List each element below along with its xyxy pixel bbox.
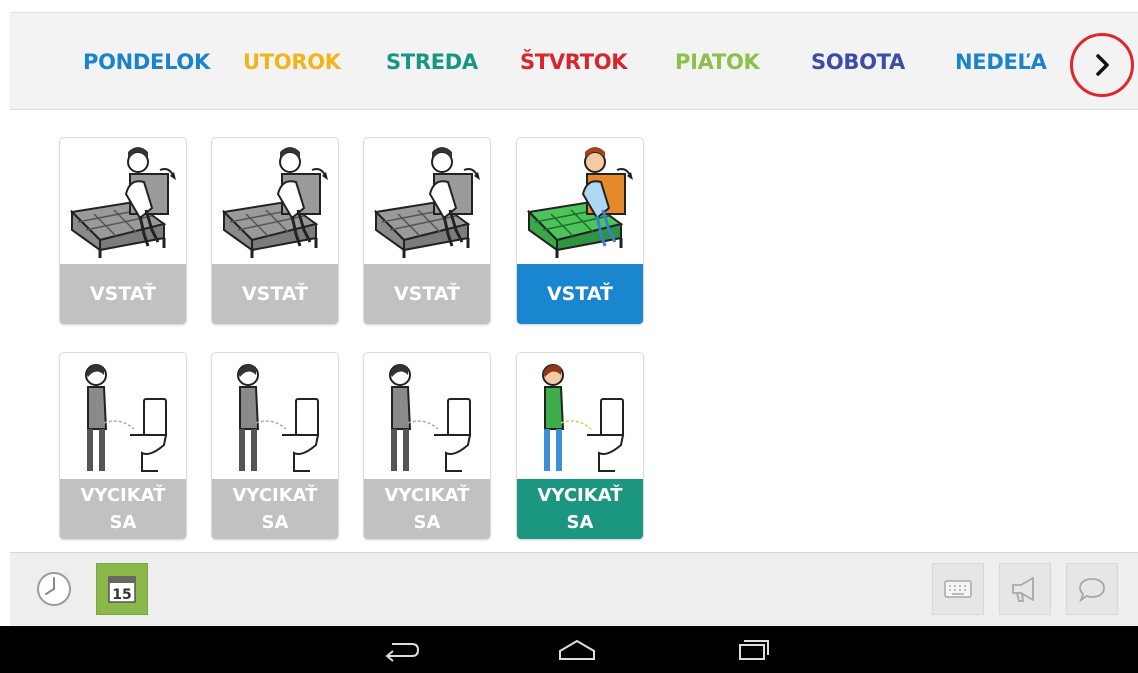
keyboard-icon (944, 580, 972, 598)
next-day-button[interactable] (1070, 33, 1134, 97)
home-button[interactable] (554, 635, 600, 665)
card-label-line2: SA (566, 512, 594, 533)
megaphone-icon (1012, 577, 1034, 602)
card-label-line2: SA (413, 512, 441, 533)
chevron-right-icon (1096, 54, 1109, 76)
tab-sobota[interactable]: SOBOTA (811, 50, 905, 74)
tab-piatok[interactable]: PIATOK (675, 50, 760, 74)
get-up-from-bed-icon (526, 147, 633, 258)
activity-card-urinate[interactable]: VYCIKAŤ SA (211, 352, 339, 540)
activity-card-get-up[interactable]: VSTAŤ (59, 137, 187, 325)
urinate-toilet-icon (237, 364, 320, 472)
tab-nedela[interactable]: NEDEĽA (955, 50, 1047, 74)
urinate-toilet-icon (542, 364, 625, 472)
card-label: VYCIKAŤ SA (364, 479, 490, 539)
clock-button[interactable] (28, 563, 80, 615)
card-label: VYCIKAŤ SA (517, 479, 643, 539)
card-label: VSTAŤ (517, 264, 643, 324)
calendar-button[interactable]: 15 (96, 563, 148, 615)
urinate-toilet-icon (389, 364, 472, 472)
speak-button[interactable] (999, 563, 1051, 615)
card-label-line1: VYCIKAŤ (232, 485, 318, 506)
back-button[interactable] (378, 635, 424, 665)
card-label: VYCIKAŤ SA (212, 479, 338, 539)
tab-utorok[interactable]: UTOROK (243, 50, 341, 74)
get-up-from-bed-icon (69, 147, 176, 258)
activity-card-get-up[interactable]: VSTAŤ (211, 137, 339, 325)
urinate-toilet-icon (85, 364, 168, 472)
get-up-from-bed-icon (373, 147, 480, 258)
clock-icon (37, 572, 71, 606)
card-label: VSTAŤ (60, 264, 186, 324)
card-label-line1: VYCIKAŤ (384, 485, 470, 506)
activity-card-get-up[interactable]: VSTAŤ (363, 137, 491, 325)
card-label-line2: SA (261, 512, 289, 533)
card-label: VSTAŤ (364, 264, 490, 324)
recent-apps-button[interactable] (730, 635, 776, 665)
activity-card-urinate[interactable]: VYCIKAŤ SA (363, 352, 491, 540)
tab-streda[interactable]: STREDA (386, 50, 478, 74)
bottom-toolbar: 15 (10, 552, 1138, 626)
keyboard-button[interactable] (932, 563, 984, 615)
card-label: VSTAŤ (212, 264, 338, 324)
system-nav-bar (0, 626, 1138, 673)
activity-card-get-up-current[interactable]: VSTAŤ (516, 137, 644, 325)
activity-card-urinate-current[interactable]: VYCIKAŤ SA (516, 352, 644, 540)
home-icon (559, 639, 595, 660)
get-up-from-bed-icon (221, 147, 328, 258)
card-label-line1: VYCIKAŤ (80, 485, 166, 506)
calendar-day: 15 (112, 587, 131, 603)
card-label-line2: SA (109, 512, 137, 533)
speech-button[interactable] (1066, 563, 1118, 615)
recent-apps-icon (739, 640, 769, 660)
calendar-icon: 15 (108, 576, 136, 603)
tab-pondelok[interactable]: PONDELOK (83, 50, 210, 74)
activity-card-urinate[interactable]: VYCIKAŤ SA (59, 352, 187, 540)
card-label-line1: VYCIKAŤ (537, 485, 623, 506)
day-tab-bar: PONDELOK UTOROK STREDA ŠTVRTOK PIATOK SO… (10, 12, 1138, 110)
back-icon (385, 643, 420, 662)
tab-stvrtok[interactable]: ŠTVRTOK (520, 50, 628, 74)
speech-bubble-icon (1079, 578, 1105, 603)
card-label: VYCIKAŤ SA (60, 479, 186, 539)
